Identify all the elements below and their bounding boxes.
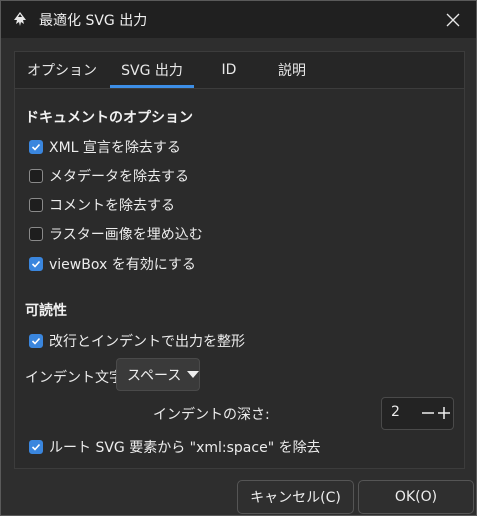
plus-icon — [438, 407, 450, 419]
tab-svg-output[interactable]: SVG 出力 — [110, 52, 194, 88]
cancel-button[interactable]: キャンセル(C) — [237, 480, 354, 514]
tab-id[interactable]: ID — [209, 52, 249, 88]
indent-depth-spinner[interactable]: 2 — [381, 397, 454, 430]
title-bar[interactable]: 最適化 SVG 出力 — [1, 1, 476, 38]
ok-button[interactable]: OK(O) — [358, 480, 474, 514]
checkbox-checked — [29, 140, 43, 154]
enable-viewbox-checkbox[interactable]: viewBox を有効にする — [29, 255, 196, 273]
tab-strip: オプション SVG 出力 ID 説明 — [14, 51, 465, 88]
indent-depth-label: インデントの深さ: — [153, 407, 270, 423]
tab-svg-output-label: SVG 出力 — [121, 63, 183, 79]
remove-comments-checkbox[interactable]: コメントを除去する — [29, 196, 175, 214]
indent-depth-value[interactable]: 2 — [391, 404, 400, 420]
tab-options-label: オプション — [27, 63, 97, 79]
remove-xml-space-checkbox[interactable]: ルート SVG 要素から "xml:space" を除去 — [29, 438, 321, 456]
enable-viewbox-label: viewBox を有効にする — [49, 257, 196, 273]
indent-char-value: スペース — [127, 367, 182, 384]
checkbox-checked — [29, 257, 43, 271]
document-options-heading: ドキュメントのオプション — [25, 110, 193, 126]
checkmark-icon — [31, 260, 41, 268]
tab-id-label: ID — [221, 62, 237, 78]
checkmark-icon — [31, 337, 41, 345]
window-title: 最適化 SVG 出力 — [39, 13, 148, 29]
checkmark-icon — [31, 143, 41, 151]
readability-heading: 可読性 — [25, 303, 67, 319]
embed-raster-images-checkbox[interactable]: ラスター画像を埋め込む — [29, 225, 203, 243]
increment-button[interactable] — [436, 404, 452, 422]
indent-char-label: インデント文字: — [25, 370, 128, 386]
remove-xml-declaration-checkbox[interactable]: XML 宣言を除去する — [29, 138, 181, 156]
indent-char-dropdown[interactable]: スペース — [116, 358, 200, 391]
remove-xml-space-label: ルート SVG 要素から "xml:space" を除去 — [49, 440, 321, 456]
remove-xml-declaration-label: XML 宣言を除去する — [49, 140, 181, 156]
remove-metadata-checkbox[interactable]: メタデータを除去する — [29, 167, 189, 185]
close-icon — [446, 13, 460, 27]
pretty-print-label: 改行とインデントで出力を整形 — [49, 334, 245, 350]
checkbox-checked — [29, 440, 43, 454]
decrement-button[interactable] — [420, 404, 436, 422]
tab-description-label: 説明 — [278, 63, 306, 79]
embed-raster-images-label: ラスター画像を埋め込む — [49, 227, 203, 243]
tab-description[interactable]: 説明 — [269, 52, 315, 88]
dialog-window: 最適化 SVG 出力 オプション SVG 出力 ID 説明 ドキュメントのオプシ… — [0, 0, 477, 516]
caret-down-icon — [187, 371, 200, 378]
minus-icon — [422, 412, 434, 414]
checkbox-unchecked — [29, 227, 43, 241]
checkbox-unchecked — [29, 169, 43, 183]
inkscape-logo-icon — [14, 12, 26, 26]
remove-comments-label: コメントを除去する — [49, 198, 175, 214]
checkbox-checked — [29, 334, 43, 348]
remove-metadata-label: メタデータを除去する — [49, 169, 189, 185]
close-button[interactable] — [440, 7, 466, 33]
checkbox-unchecked — [29, 198, 43, 212]
tab-options[interactable]: オプション — [23, 52, 101, 88]
pretty-print-checkbox[interactable]: 改行とインデントで出力を整形 — [29, 332, 245, 350]
checkmark-icon — [31, 443, 41, 451]
